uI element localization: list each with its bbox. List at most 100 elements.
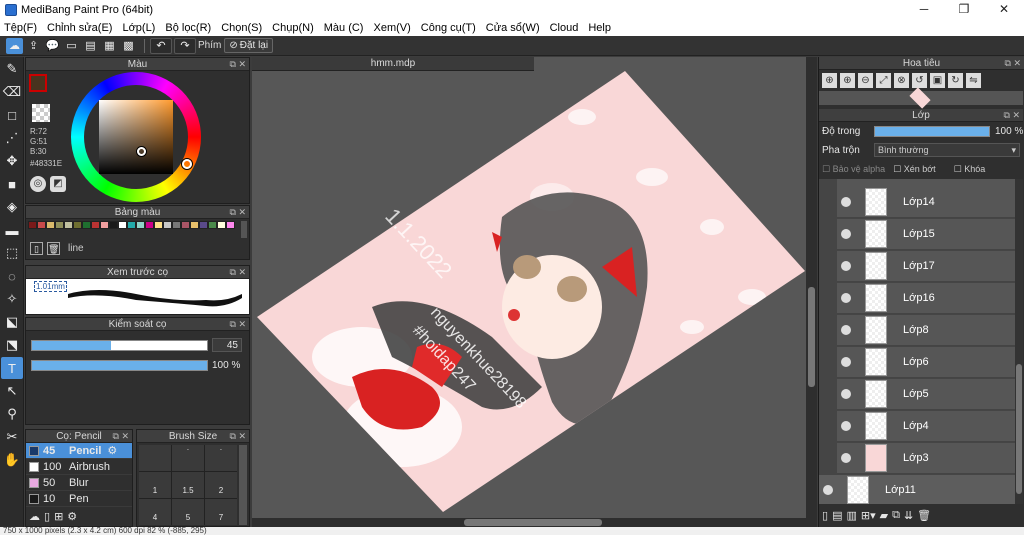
rectangle-tool-icon[interactable]: □ <box>1 104 23 126</box>
palette-swatch[interactable] <box>55 221 64 229</box>
bucket-tool-icon[interactable]: ◈ <box>1 196 23 218</box>
eye-icon[interactable] <box>841 421 851 431</box>
zoom-actual-icon[interactable]: ⊗ <box>894 73 909 88</box>
layer-row[interactable]: Lớp3 <box>837 443 1015 474</box>
size-value[interactable]: 45 <box>212 338 242 352</box>
panel-buttons[interactable]: ⧉ ✕ <box>113 430 129 443</box>
minimize-button[interactable]: ─ <box>904 0 944 19</box>
palette-delete-icon[interactable]: 🗑 <box>47 242 60 255</box>
rotate-reset-icon[interactable]: ▣ <box>930 73 945 88</box>
brush-item-pencil[interactable]: 45 Pencil ⚙ <box>26 443 132 459</box>
layer-row[interactable]: Lớp8 <box>837 315 1015 346</box>
size-cell[interactable]: 7 <box>205 499 237 525</box>
palette-swatch[interactable] <box>37 221 46 229</box>
menu-view[interactable]: Xem(V) <box>373 22 410 34</box>
size-cell[interactable]: 1 <box>139 472 171 498</box>
menu-color[interactable]: Màu (C) <box>324 22 364 34</box>
layer-row[interactable]: Lớp4 <box>837 411 1015 442</box>
layer-row[interactable]: Lớp6 <box>837 347 1015 378</box>
navigator-preview[interactable] <box>819 87 1023 109</box>
palette-swatch[interactable] <box>190 221 199 229</box>
menu-select[interactable]: Chọn(S) <box>221 22 262 34</box>
lasso-tool-icon[interactable]: ◌ <box>1 265 23 287</box>
duplicate-layer-icon[interactable]: ⧉ <box>892 509 900 522</box>
color-settings-icon[interactable]: ◎ <box>30 176 46 192</box>
hue-cursor[interactable] <box>182 159 192 169</box>
document-tab[interactable]: hmm.mdp <box>252 57 534 71</box>
operation-tool-icon[interactable]: ↖ <box>1 380 23 402</box>
tiles-icon[interactable]: ▩ <box>120 38 137 54</box>
size-cell[interactable]: · <box>172 445 204 471</box>
palette-swatch[interactable] <box>217 221 226 229</box>
palette-swatch[interactable] <box>28 221 37 229</box>
gradient-tool-icon[interactable]: ▬ <box>1 219 23 241</box>
hand-tool-icon[interactable]: ✋ <box>1 449 23 471</box>
artwork[interactable]: 1.1.2022 nguyenkhue28198 #hoidap247 <box>252 57 807 518</box>
grid-icon[interactable]: ▦ <box>101 38 118 54</box>
menu-file[interactable]: Tệp(F) <box>4 22 37 34</box>
add-brush-icon[interactable]: ⊞ <box>54 510 63 523</box>
menu-help[interactable]: Help <box>588 22 611 34</box>
menu-window[interactable]: Cửa sổ(W) <box>486 22 540 34</box>
message-icon[interactable]: ▭ <box>63 38 80 54</box>
eye-icon[interactable] <box>823 485 833 495</box>
eye-icon[interactable] <box>841 229 851 239</box>
palette-scrollbar[interactable] <box>241 221 247 238</box>
palette-swatch[interactable] <box>91 221 100 229</box>
new-brush-icon[interactable]: ▯ <box>44 510 50 523</box>
document-icon[interactable]: ▤ <box>82 38 99 54</box>
zoom-in-icon[interactable]: ⊕ <box>822 73 837 88</box>
size-cell[interactable]: 5 <box>172 499 204 525</box>
palette-swatch[interactable] <box>109 221 118 229</box>
eye-icon[interactable] <box>841 453 851 463</box>
palette-swatch[interactable] <box>127 221 136 229</box>
palette-swatch[interactable] <box>136 221 145 229</box>
menu-filter[interactable]: Bộ lọc(R) <box>165 22 211 34</box>
opacity-slider[interactable] <box>31 360 208 371</box>
size-cell[interactable]: 4 <box>139 499 171 525</box>
dot-tool-icon[interactable]: ⋰ <box>1 127 23 149</box>
protect-alpha-checkbox[interactable]: ☐ Bảo vệ alpha <box>822 164 885 175</box>
select-eraser-tool-icon[interactable]: ⬔ <box>1 334 23 356</box>
eye-icon[interactable] <box>841 197 851 207</box>
palette-swatch[interactable] <box>145 221 154 229</box>
panel-buttons[interactable]: ⧉ ✕ <box>1005 57 1021 70</box>
menu-snap[interactable]: Chụp(N) <box>272 22 314 34</box>
menu-cloud[interactable]: Cloud <box>550 22 579 34</box>
eye-icon[interactable] <box>841 389 851 399</box>
fit-icon[interactable]: ⤢ <box>876 73 891 88</box>
select-tool-icon[interactable]: ⬚ <box>1 242 23 264</box>
add-layer-menu-icon[interactable]: ⊞▾ <box>861 509 876 522</box>
palette-swatch[interactable] <box>199 221 208 229</box>
layer-opacity-slider[interactable] <box>874 126 990 137</box>
redo-icon[interactable]: ↷ <box>174 37 196 54</box>
merge-down-icon[interactable]: ⇊ <box>904 509 913 522</box>
vscroll-thumb[interactable] <box>808 287 815 387</box>
delete-layer-icon[interactable]: 🗑 <box>917 509 931 522</box>
brush-item-blur[interactable]: 50 Blur <box>26 475 132 491</box>
reset-button[interactable]: ⊘ Đặt lại <box>224 38 274 53</box>
move-tool-icon[interactable]: ✥ <box>1 150 23 172</box>
panel-buttons[interactable]: ⧉ ✕ <box>230 318 246 331</box>
menu-edit[interactable]: Chỉnh sửa(E) <box>47 22 112 34</box>
size-slider[interactable] <box>31 340 208 351</box>
palette-tool-icon[interactable]: ◩ <box>50 176 66 192</box>
layer-scroll-thumb[interactable] <box>1016 364 1022 494</box>
folder-icon[interactable]: ▰ <box>880 509 888 522</box>
brush-item-pen[interactable]: 10 Pen <box>26 491 132 507</box>
size-cell[interactable] <box>139 445 171 471</box>
palette-swatch[interactable] <box>154 221 163 229</box>
layer-list-scrollbar[interactable] <box>1015 179 1023 504</box>
palette-add-icon[interactable]: ▯ <box>30 242 43 255</box>
eraser-tool-icon[interactable]: ⌫ <box>1 81 23 103</box>
cloud-icon[interactable]: ☁ <box>6 37 23 54</box>
zoom-out-icon[interactable]: ⊖ <box>858 73 873 88</box>
menu-tools[interactable]: Công cụ(T) <box>421 22 476 34</box>
new-8bit-layer-icon[interactable]: ▥ <box>846 509 856 522</box>
eye-icon[interactable] <box>841 293 851 303</box>
size-scrollbar[interactable] <box>239 445 247 525</box>
foreground-swatch[interactable] <box>29 74 47 92</box>
transparent-swatch[interactable] <box>32 104 50 122</box>
maximize-button[interactable]: ❐ <box>944 0 984 19</box>
layer-row[interactable]: Lớp14 <box>837 187 1015 218</box>
